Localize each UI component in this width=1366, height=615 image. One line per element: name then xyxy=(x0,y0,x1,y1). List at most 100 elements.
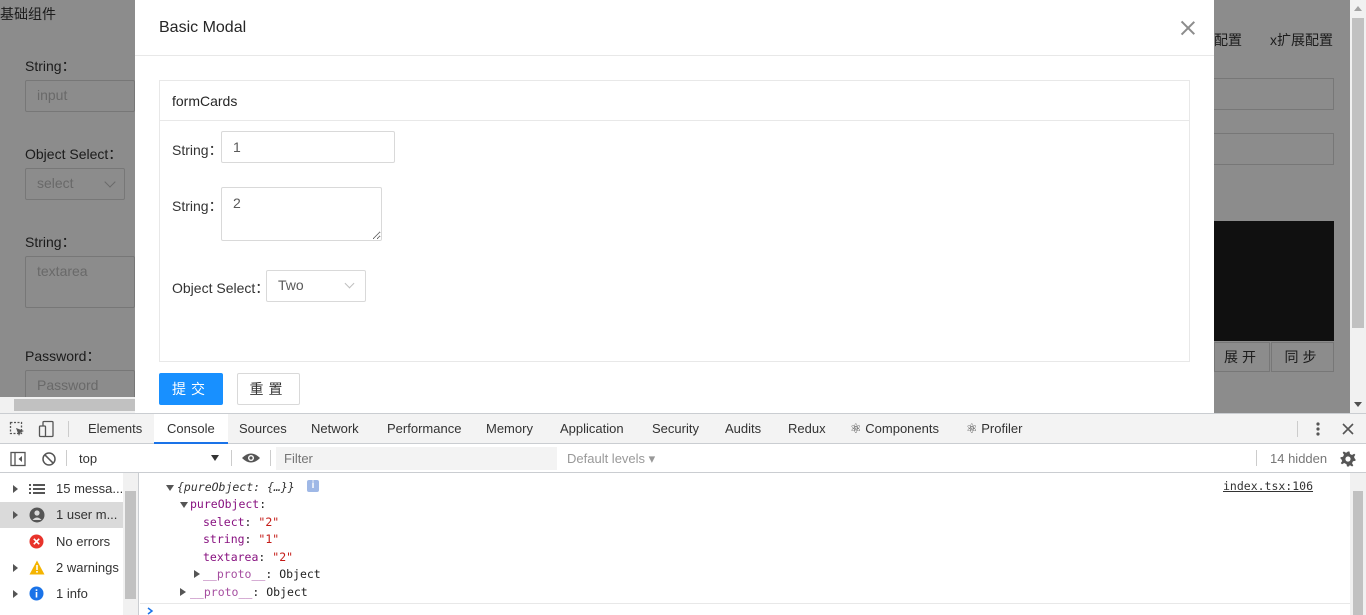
console-scrollbar[interactable] xyxy=(1350,473,1366,615)
close-devtools-icon[interactable] xyxy=(1341,422,1355,436)
scroll-up-icon[interactable] xyxy=(1354,6,1362,11)
modal-header: Basic Modal xyxy=(135,0,1214,56)
sidebar-item-label: 15 messa... xyxy=(56,481,122,496)
scroll-thumb[interactable] xyxy=(14,399,135,411)
hidden-count: 14 hidden xyxy=(1270,451,1328,466)
error-icon xyxy=(29,534,44,549)
scroll-down-icon[interactable] xyxy=(1354,402,1362,407)
source-link[interactable]: index.tsx:106 xyxy=(1223,479,1313,493)
expand-arrow-icon[interactable] xyxy=(13,590,18,598)
sidebar-item-user-messages[interactable]: 1 user m... xyxy=(0,502,123,528)
separator xyxy=(1297,421,1298,437)
separator xyxy=(270,450,271,466)
property-key: string xyxy=(203,532,245,546)
collapse-arrow-icon[interactable] xyxy=(180,502,188,508)
property-key: textarea xyxy=(203,550,259,564)
tab-elements[interactable]: Elements xyxy=(88,414,142,444)
sidebar-toggle-icon[interactable] xyxy=(10,451,26,467)
eye-icon[interactable] xyxy=(241,451,261,465)
object-select-field[interactable]: Two xyxy=(266,270,366,302)
property-key: __proto__ xyxy=(190,585,253,599)
scroll-thumb[interactable] xyxy=(1352,18,1364,328)
outer-proto-row[interactable]: __proto__: Object xyxy=(190,585,308,599)
property-value: "2" xyxy=(272,550,294,564)
tab-security[interactable]: Security xyxy=(652,414,699,444)
sidebar-item-label: 1 user m... xyxy=(56,507,118,522)
textarea-property-row: textarea: "2" xyxy=(203,550,293,564)
colon: : xyxy=(244,532,252,546)
collapse-arrow-icon[interactable] xyxy=(166,485,174,491)
more-options-icon[interactable] xyxy=(1312,421,1324,437)
device-toolbar-icon[interactable] xyxy=(38,420,56,438)
tab-application[interactable]: Application xyxy=(560,414,624,444)
log-object-summary[interactable]: {pureObject: {…}} xyxy=(177,480,295,494)
scroll-thumb[interactable] xyxy=(125,491,136,599)
user-icon xyxy=(29,507,45,523)
property-value: Object xyxy=(279,567,321,581)
expand-arrow-icon[interactable] xyxy=(180,588,186,596)
pure-object-row[interactable]: pureObject: xyxy=(190,497,266,511)
tab-network[interactable]: Network xyxy=(311,414,359,444)
chevron-down-icon xyxy=(211,455,219,461)
submit-button[interactable]: 提交 xyxy=(159,373,223,405)
tab-redux[interactable]: Redux xyxy=(788,414,826,444)
sidebar-item-warnings[interactable]: 2 warnings xyxy=(0,555,123,581)
property-value: "1" xyxy=(258,532,280,546)
separator xyxy=(231,450,232,466)
string-field-label: String： xyxy=(172,142,223,158)
filter-input[interactable] xyxy=(276,447,557,470)
reset-button[interactable]: 重置 xyxy=(237,373,300,405)
gear-icon[interactable] xyxy=(1339,450,1357,468)
console-toolbar: top Default levels ▾ 14 hidden xyxy=(0,444,1366,473)
expand-arrow-icon[interactable] xyxy=(194,570,200,578)
warning-icon xyxy=(29,560,45,575)
sidebar-item-messages[interactable]: 15 messa... xyxy=(0,476,123,502)
devtools-tabbar: Elements Console Sources Network Perform… xyxy=(0,414,1366,444)
console-output: {pureObject: {…}} i index.tsx:106 pureOb… xyxy=(140,473,1350,615)
colon: : xyxy=(259,497,267,511)
tab-performance[interactable]: Performance xyxy=(387,414,461,444)
horizontal-scrollbar[interactable] xyxy=(0,397,135,413)
property-value: Object xyxy=(266,585,308,599)
select-property-row: select: "2" xyxy=(203,515,279,529)
close-icon[interactable] xyxy=(1178,18,1198,38)
string-property-row: string: "1" xyxy=(203,532,279,546)
sidebar-item-errors[interactable]: No errors xyxy=(0,529,123,555)
tab-console[interactable]: Console xyxy=(154,414,228,444)
select-value: Two xyxy=(278,277,304,293)
context-selector[interactable]: top xyxy=(70,447,225,469)
property-key: select xyxy=(203,515,245,529)
expand-arrow-icon[interactable] xyxy=(13,511,18,519)
tab-sources[interactable]: Sources xyxy=(239,414,287,444)
chevron-down-icon xyxy=(344,278,355,289)
textarea-field-label: String： xyxy=(172,198,223,214)
page-background: 基础组件 String： input Object Select： select… xyxy=(0,0,1366,413)
info-icon xyxy=(29,586,44,601)
expand-arrow-icon[interactable] xyxy=(13,564,18,572)
console-sidebar: 15 messa... 1 user m... No errors 2 warn… xyxy=(0,473,139,615)
inner-proto-row[interactable]: __proto__: Object xyxy=(203,567,321,581)
property-key: pureObject xyxy=(190,497,260,511)
expand-arrow-icon[interactable] xyxy=(13,485,18,493)
sidebar-item-info[interactable]: 1 info xyxy=(0,581,123,607)
sidebar-item-label: 1 info xyxy=(56,586,88,601)
card-title: formCards xyxy=(160,81,1189,121)
tab-audits[interactable]: Audits xyxy=(725,414,761,444)
scroll-thumb[interactable] xyxy=(1353,491,1363,615)
property-value: "2" xyxy=(258,515,280,529)
info-badge-icon: i xyxy=(307,480,319,492)
string-field-input[interactable] xyxy=(221,131,395,163)
inspect-element-icon[interactable] xyxy=(9,421,26,438)
tab-profiler[interactable]: ⚛ Profiler xyxy=(966,414,1022,444)
vertical-scrollbar[interactable] xyxy=(1350,0,1366,413)
form-card: formCards String： String： 2 Object Selec… xyxy=(159,80,1190,362)
divider xyxy=(140,603,1350,604)
basic-modal: Basic Modal formCards String： String： 2 … xyxy=(135,0,1214,413)
tab-memory[interactable]: Memory xyxy=(486,414,533,444)
sidebar-scrollbar[interactable] xyxy=(123,473,138,615)
tab-components[interactable]: ⚛ Components xyxy=(850,414,939,444)
textarea-field[interactable]: 2 xyxy=(221,187,382,241)
log-levels-dropdown[interactable]: Default levels ▾ xyxy=(567,451,655,467)
clear-console-icon[interactable] xyxy=(41,451,57,467)
colon: : xyxy=(252,585,260,599)
